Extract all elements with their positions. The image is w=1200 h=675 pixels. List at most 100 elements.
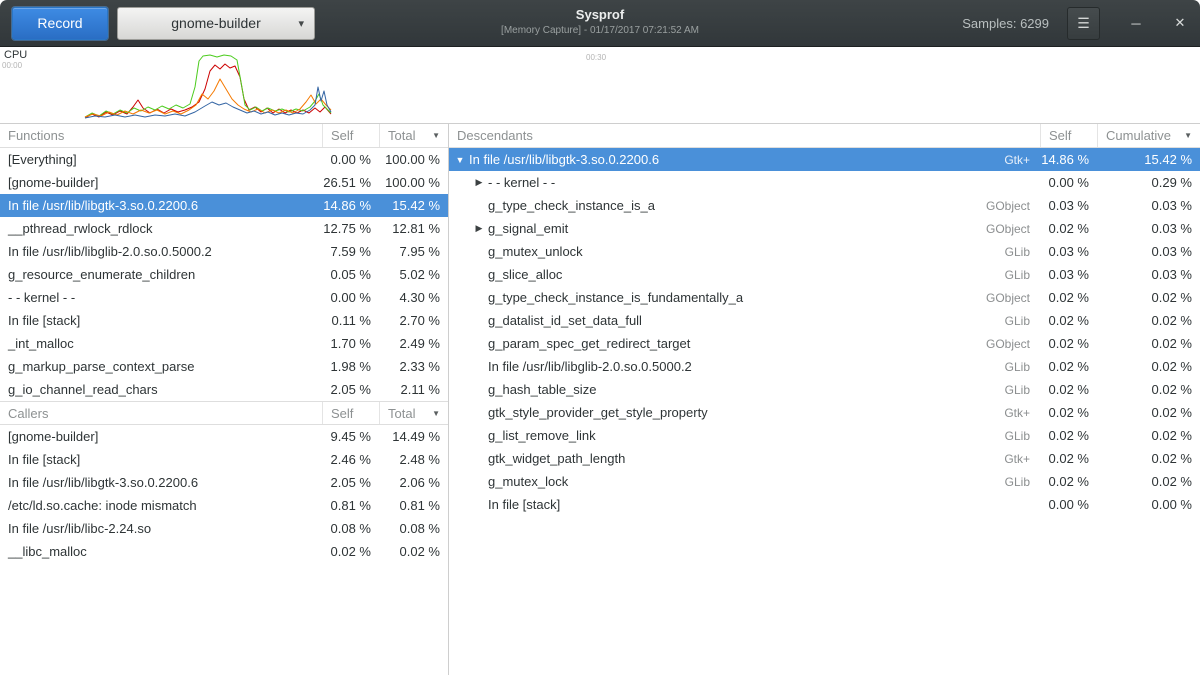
library-tag: GLib bbox=[956, 245, 1040, 259]
functions-self-column[interactable]: Self bbox=[322, 124, 379, 147]
self-percent: 7.59 % bbox=[322, 244, 379, 259]
functions-row[interactable]: g_markup_parse_context_parse1.98 %2.33 % bbox=[0, 355, 448, 378]
library-tag: GLib bbox=[956, 383, 1040, 397]
descendants-row[interactable]: ▶g_signal_emitGObject0.02 %0.03 % bbox=[449, 217, 1200, 240]
self-percent: 0.02 % bbox=[1040, 313, 1097, 328]
function-name: g_datalist_id_set_data_full bbox=[486, 313, 956, 328]
descendants-row[interactable]: ▶- - kernel - -0.00 %0.29 % bbox=[449, 171, 1200, 194]
functions-row[interactable]: [gnome-builder]26.51 %100.00 % bbox=[0, 171, 448, 194]
library-tag: GObject bbox=[956, 199, 1040, 213]
functions-row[interactable]: In file /usr/lib/libgtk-3.so.0.2200.614.… bbox=[0, 194, 448, 217]
total-percent: 12.81 % bbox=[379, 221, 448, 236]
record-button[interactable]: Record bbox=[12, 7, 108, 40]
callers-self-column[interactable]: Self bbox=[322, 402, 379, 424]
time-tick-start: 00:00 bbox=[2, 61, 22, 70]
descendants-row[interactable]: g_param_spec_get_redirect_targetGObject 0… bbox=[449, 332, 1200, 355]
descendants-row[interactable]: g_type_check_instance_is_aGObject0.03 %0… bbox=[449, 194, 1200, 217]
function-name: g_signal_emit bbox=[486, 221, 956, 236]
collapse-expander-icon[interactable]: ▼ bbox=[453, 155, 467, 165]
cpu-timeline-graph[interactable]: CPU 00:00 00:30 bbox=[0, 47, 1200, 123]
functions-row[interactable]: __pthread_rwlock_rdlock12.75 %12.81 % bbox=[0, 217, 448, 240]
library-tag: GLib bbox=[956, 429, 1040, 443]
window-subtitle: [Memory Capture] - 01/17/2017 07:21:52 A… bbox=[501, 25, 699, 36]
descendants-row[interactable]: g_slice_allocGLib0.03 %0.03 % bbox=[449, 263, 1200, 286]
self-percent: 0.00 % bbox=[322, 290, 379, 305]
main-split: Functions Self Total ▼ [Everything]0.00 … bbox=[0, 123, 1200, 675]
callers-row[interactable]: /etc/ld.so.cache: inode mismatch0.81 %0.… bbox=[0, 494, 448, 517]
cumulative-percent: 0.02 % bbox=[1097, 428, 1200, 443]
function-name: g_list_remove_link bbox=[486, 428, 956, 443]
function-name: [gnome-builder] bbox=[0, 429, 322, 444]
expand-expander-icon[interactable]: ▶ bbox=[472, 177, 486, 188]
descendants-row[interactable]: gtk_widget_path_lengthGtk+0.02 %0.02 % bbox=[449, 447, 1200, 470]
process-selector-dropdown[interactable]: gnome-builder ▾ bbox=[117, 7, 315, 40]
callers-row[interactable]: [gnome-builder]9.45 %14.49 % bbox=[0, 425, 448, 448]
window-title: Sysprof bbox=[501, 8, 699, 22]
self-percent: 0.08 % bbox=[322, 521, 379, 536]
library-tag: GObject bbox=[956, 337, 1040, 351]
samples-count: Samples: 6299 bbox=[962, 16, 1049, 31]
functions-row[interactable]: In file /usr/lib/libglib-2.0.so.0.5000.2… bbox=[0, 240, 448, 263]
self-percent: 1.98 % bbox=[322, 359, 379, 374]
descendants-column-header: Descendants Self Cumulative ▼ bbox=[449, 124, 1200, 148]
cpu-core-green bbox=[85, 55, 331, 117]
functions-row[interactable]: - - kernel - -0.00 %4.30 % bbox=[0, 286, 448, 309]
cpu-axis-label: CPU bbox=[4, 49, 27, 61]
cumulative-percent: 15.42 % bbox=[1097, 152, 1200, 167]
self-percent: 0.03 % bbox=[1040, 198, 1097, 213]
cumulative-percent: 0.02 % bbox=[1097, 474, 1200, 489]
functions-row[interactable]: g_resource_enumerate_children0.05 %5.02 … bbox=[0, 263, 448, 286]
descendants-column-title[interactable]: Descendants bbox=[449, 124, 1040, 147]
functions-row[interactable]: g_io_channel_read_chars2.05 %2.11 % bbox=[0, 378, 448, 401]
self-percent: 2.05 % bbox=[322, 382, 379, 397]
self-percent: 0.02 % bbox=[1040, 359, 1097, 374]
headerbar: Record gnome-builder ▾ Sysprof [Memory C… bbox=[0, 0, 1200, 47]
cumulative-percent: 0.02 % bbox=[1097, 336, 1200, 351]
descendants-row[interactable]: g_list_remove_linkGLib0.02 %0.02 % bbox=[449, 424, 1200, 447]
functions-row[interactable]: [Everything]0.00 %100.00 % bbox=[0, 148, 448, 171]
descendants-row[interactable]: g_type_check_instance_is_fundamentally_a… bbox=[449, 286, 1200, 309]
functions-row[interactable]: _int_malloc1.70 %2.49 % bbox=[0, 332, 448, 355]
functions-total-column[interactable]: Total ▼ bbox=[379, 124, 448, 147]
cumulative-percent: 0.03 % bbox=[1097, 244, 1200, 259]
time-tick-mid: 00:30 bbox=[586, 53, 606, 62]
sort-descending-icon: ▼ bbox=[1184, 131, 1192, 140]
descendants-row[interactable]: ▼In file /usr/lib/libgtk-3.so.0.2200.6Gt… bbox=[449, 148, 1200, 171]
menu-button[interactable]: ☰ bbox=[1067, 7, 1100, 40]
minimize-button[interactable]: ─ bbox=[1128, 16, 1144, 31]
descendants-row[interactable]: In file [stack]0.00 %0.00 % bbox=[449, 493, 1200, 516]
library-tag: GLib bbox=[956, 475, 1040, 489]
descendants-row[interactable]: g_datalist_id_set_data_fullGLib0.02 %0.0… bbox=[449, 309, 1200, 332]
descendants-row[interactable]: gtk_style_provider_get_style_propertyGtk… bbox=[449, 401, 1200, 424]
total-percent: 100.00 % bbox=[379, 152, 448, 167]
self-percent: 0.03 % bbox=[1040, 244, 1097, 259]
descendants-cumulative-label: Cumulative bbox=[1106, 128, 1171, 143]
self-percent: 0.02 % bbox=[1040, 382, 1097, 397]
descendants-row[interactable]: g_mutex_unlockGLib0.03 %0.03 % bbox=[449, 240, 1200, 263]
close-button[interactable]: ✕ bbox=[1172, 15, 1188, 31]
callers-row[interactable]: In file [stack]2.46 %2.48 % bbox=[0, 448, 448, 471]
callers-total-column[interactable]: Total ▼ bbox=[379, 402, 448, 424]
function-name: g_type_check_instance_is_fundamentally_a bbox=[486, 290, 956, 305]
descendants-row[interactable]: g_mutex_lockGLib0.02 %0.02 % bbox=[449, 470, 1200, 493]
callers-column-title[interactable]: Callers bbox=[0, 402, 322, 424]
expand-expander-icon[interactable]: ▶ bbox=[472, 223, 486, 234]
function-name: [gnome-builder] bbox=[0, 175, 322, 190]
descendants-row[interactable]: In file /usr/lib/libglib-2.0.so.0.5000.2… bbox=[449, 355, 1200, 378]
descendants-self-column[interactable]: Self bbox=[1040, 124, 1097, 147]
function-name: g_resource_enumerate_children bbox=[0, 267, 322, 282]
self-percent: 0.00 % bbox=[1040, 175, 1097, 190]
header-right-controls: Samples: 6299 ☰ ─ ✕ bbox=[962, 7, 1188, 40]
descendants-row[interactable]: g_hash_table_sizeGLib0.02 %0.02 % bbox=[449, 378, 1200, 401]
function-name: g_slice_alloc bbox=[486, 267, 956, 282]
callers-row[interactable]: In file /usr/lib/libc-2.24.so0.08 %0.08 … bbox=[0, 517, 448, 540]
descendants-cumulative-column[interactable]: Cumulative ▼ bbox=[1097, 124, 1200, 147]
function-name: g_param_spec_get_redirect_target bbox=[486, 336, 956, 351]
sort-descending-icon: ▼ bbox=[432, 131, 440, 140]
self-percent: 12.75 % bbox=[322, 221, 379, 236]
callers-row[interactable]: __libc_malloc0.02 %0.02 % bbox=[0, 540, 448, 563]
functions-row[interactable]: In file [stack]0.11 %2.70 % bbox=[0, 309, 448, 332]
functions-list: [Everything]0.00 %100.00 %[gnome-builder… bbox=[0, 148, 448, 401]
functions-column-title[interactable]: Functions bbox=[0, 124, 322, 147]
callers-row[interactable]: In file /usr/lib/libgtk-3.so.0.2200.62.0… bbox=[0, 471, 448, 494]
